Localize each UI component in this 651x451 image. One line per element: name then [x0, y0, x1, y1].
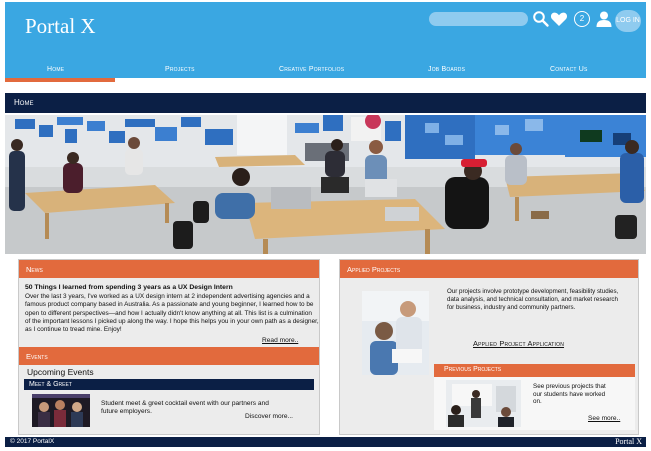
news-article-body: Over the last 3 years, I've worked as a … [25, 293, 319, 334]
site-footer: © 2017 PortalX Portal X [5, 437, 646, 447]
site-logo[interactable]: Portal X [25, 14, 96, 39]
heart-icon[interactable] [550, 10, 568, 28]
events-header: Events [19, 347, 319, 365]
nav-item-creative-portfolios[interactable]: Creative Portfolios [279, 66, 344, 73]
site-header: Portal X 2 LOG IN Home Projects Creative… [5, 2, 646, 78]
breadcrumb-home[interactable]: Home [14, 98, 33, 107]
hero-image [5, 115, 646, 254]
news-events-panel: News 50 Things I learned from spending 3… [18, 259, 320, 435]
breadcrumb: Home [5, 93, 646, 113]
main-nav: Home Projects Creative Portfolios Job Bo… [5, 65, 646, 79]
news-article-title[interactable]: 50 Things I learned from spending 3 year… [25, 284, 233, 291]
news-header: News [19, 260, 319, 278]
previous-projects-description: See previous projects that our students … [533, 383, 606, 405]
meet-greet-label: Meet & Greet [29, 381, 72, 388]
makerspace-photo [5, 115, 646, 254]
previous-projects-heading: Previous Projects [444, 366, 502, 373]
applied-projects-heading: Applied Projects [347, 265, 401, 274]
previous-projects-header: Previous Projects [434, 364, 635, 377]
footer-brand[interactable]: Portal X [615, 437, 642, 446]
see-more-link[interactable]: See more.. [588, 415, 620, 422]
discover-more-link[interactable]: Discover more... [245, 413, 293, 420]
previous-projects-box: Previous Projects See previous projects … [434, 364, 635, 430]
search-input[interactable] [429, 12, 528, 26]
nav-item-projects[interactable]: Projects [165, 66, 195, 73]
footer-copyright: © 2017 PortalX [10, 438, 55, 445]
applied-projects-panel: Applied Projects Our projects involve pr… [339, 259, 639, 435]
applied-projects-photo [362, 291, 429, 375]
search-icon[interactable] [532, 10, 550, 28]
nav-item-job-boards[interactable]: Job Boards [428, 66, 465, 73]
notification-badge[interactable]: 2 [574, 11, 590, 27]
upcoming-events-title: Upcoming Events [27, 367, 94, 377]
nav-item-home[interactable]: Home [47, 66, 64, 73]
read-more-link[interactable]: Read more.. [262, 337, 298, 344]
user-icon[interactable] [595, 10, 613, 28]
applied-project-application-link[interactable]: Applied Project Application [473, 339, 564, 348]
event-photo [32, 394, 90, 427]
previous-projects-photo [446, 380, 521, 427]
applied-projects-description: Our projects involve prototype developme… [447, 288, 619, 311]
nav-item-contact-us[interactable]: Contact Us [550, 66, 588, 73]
news-heading: News [26, 265, 43, 274]
meet-greet-bar: Meet & Greet [24, 379, 314, 390]
login-button[interactable]: LOG IN [615, 10, 641, 32]
applied-projects-header: Applied Projects [340, 260, 638, 278]
active-nav-indicator [5, 78, 115, 82]
events-heading: Events [26, 352, 48, 361]
